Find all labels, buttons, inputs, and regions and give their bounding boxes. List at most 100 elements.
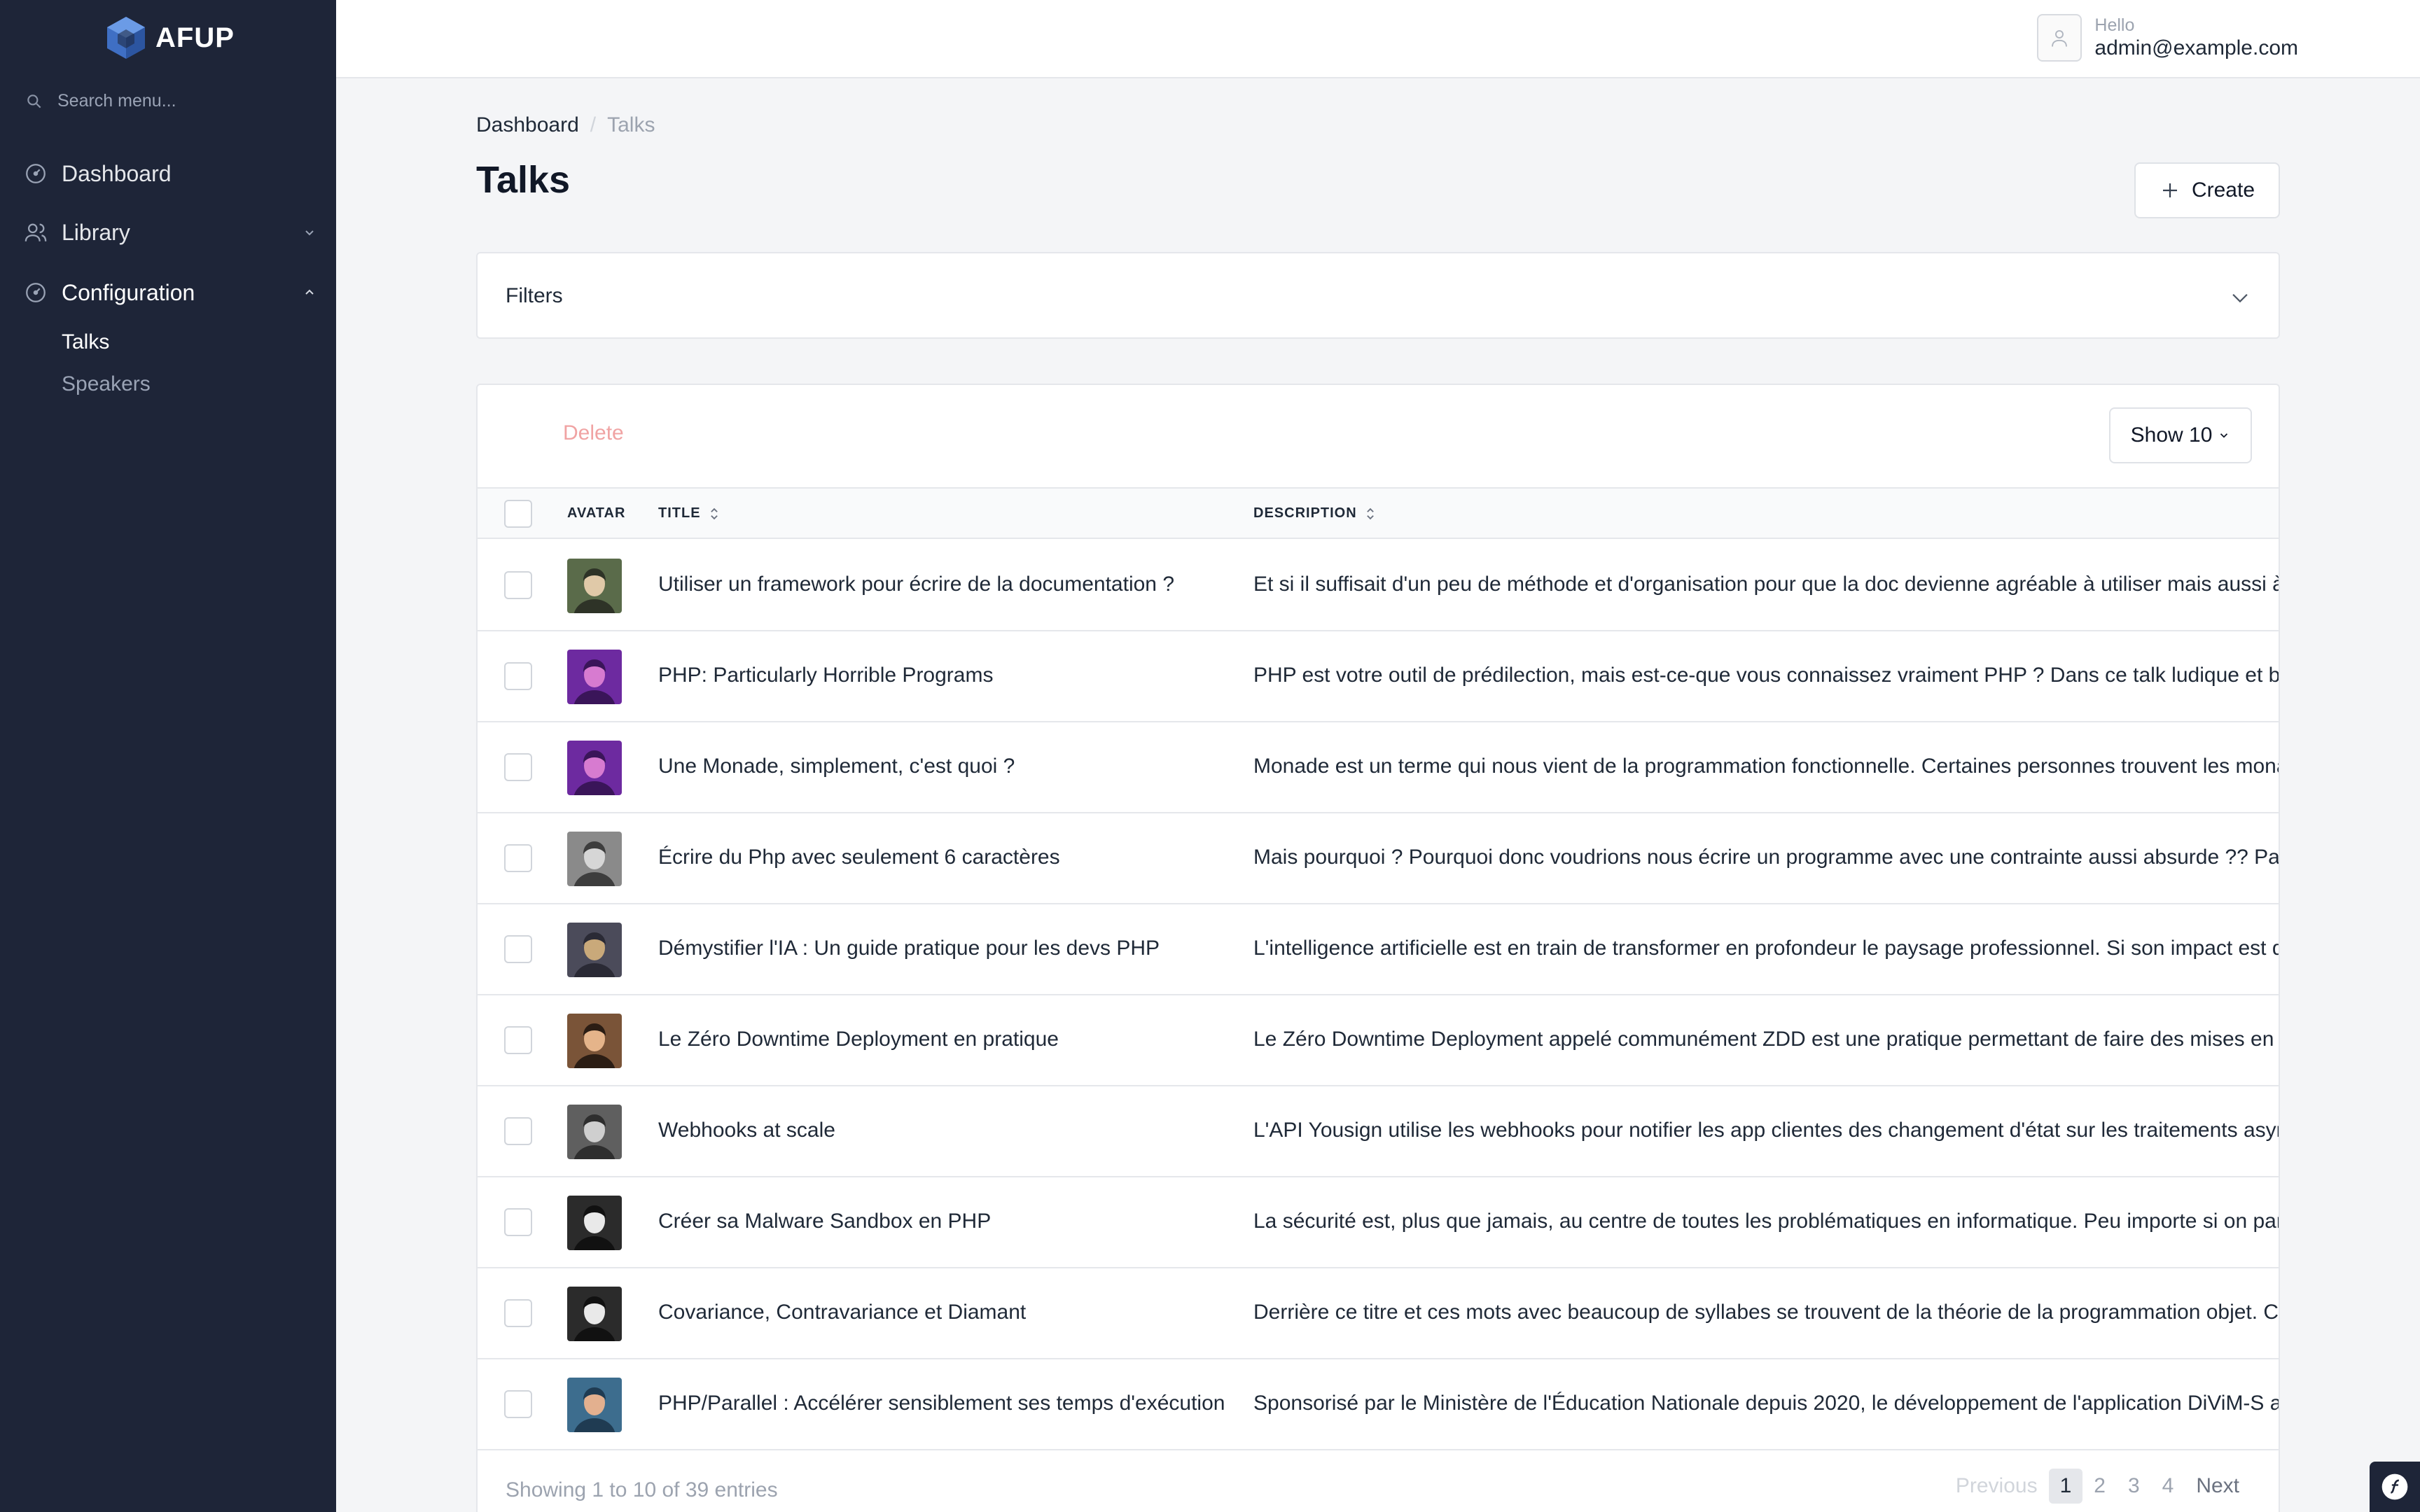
sort-icon [710,507,718,519]
talk-title[interactable]: Démystifier l'IA : Un guide pratique pou… [658,937,1160,960]
create-button-label: Create [2191,178,2255,202]
speaker-avatar [567,1196,622,1250]
app-logo[interactable]: AFUP [105,15,235,60]
dashboard-icon [26,283,46,302]
speaker-avatar [567,1014,622,1068]
plus-icon [2162,183,2177,197]
table-row[interactable]: Webhooks at scale L'API Yousign utilise l… [478,1086,2279,1177]
create-button[interactable]: Create [2134,162,2280,218]
symfony-toolbar-toggle[interactable] [2370,1462,2420,1512]
column-header-avatar: AVATAR [567,505,625,522]
breadcrumb-current: Talks [607,113,655,136]
pagination-page-2[interactable]: 2 [2082,1469,2117,1504]
chevron-down-icon [2232,293,2248,303]
filters-label: Filters [506,284,563,307]
column-header-description[interactable]: DESCRIPTION [1253,505,1377,522]
table-row[interactable]: Utiliser un framework pour écrire de la … [478,540,2279,631]
column-header-label: TITLE [658,505,701,521]
dashboard-icon [26,164,46,183]
user-info: Hello admin@example.com [2094,15,2298,61]
talk-title[interactable]: Écrire du Php avec seulement 6 caractère… [658,846,1060,869]
row-checkbox[interactable] [504,1026,532,1054]
table-row[interactable]: Covariance, Contravariance et Diamant Der… [478,1268,2280,1359]
row-checkbox[interactable] [504,1117,532,1145]
row-checkbox[interactable] [504,1390,532,1418]
talk-description: Monade est un terme qui nous vient de la… [1253,755,2279,778]
talk-description: Derrière ce titre et ces mots avec beauc… [1253,1301,2280,1324]
table-row[interactable]: PHP: Particularly Horrible Programs PHP e… [478,631,2279,722]
talk-description: Sponsorisé par le Ministère de l'Éducati… [1253,1392,2280,1415]
top-bar: Hello admin@example.com [336,0,2420,78]
speaker-avatar [567,923,622,977]
sidebar-item-dashboard[interactable]: Dashboard [24,153,318,195]
chevron-down-icon [305,230,314,236]
sidebar-item-label: Library [62,219,130,245]
pagination-page-3[interactable]: 3 [2117,1469,2151,1504]
table-row[interactable]: PHP/Parallel : Accélérer sensiblement se… [478,1359,2280,1450]
user-avatar [2037,14,2082,62]
pagination: Previous 1 2 3 4 Next [1945,1469,2251,1504]
table-row[interactable]: Écrire du Php avec seulement 6 caractère… [478,813,2280,904]
row-checkbox[interactable] [504,571,532,599]
filters-panel[interactable]: Filters [476,252,2280,339]
sidebar-item-library[interactable]: Library [24,211,318,253]
talk-description: Mais pourquoi ? Pourquoi donc voudrions … [1253,846,2280,869]
row-checkbox[interactable] [504,753,532,781]
talk-title[interactable]: Le Zéro Downtime Deployment en pratique [658,1028,1059,1051]
table-row[interactable]: Créer sa Malware Sandbox en PHP La sécuri… [478,1177,2279,1268]
page-title: Talks [476,159,571,201]
entries-summary: Showing 1 to 10 of 39 entries [506,1478,778,1502]
select-all-checkbox[interactable] [504,500,532,528]
app-name: AFUP [155,22,235,53]
pagination-next[interactable]: Next [2185,1469,2251,1504]
breadcrumb-dashboard[interactable]: Dashboard [476,113,579,137]
pagination-previous[interactable]: Previous [1945,1469,2049,1504]
talk-title[interactable]: Une Monade, simplement, c'est quoi ? [658,755,1015,778]
talk-title[interactable]: Utiliser un framework pour écrire de la … [658,573,1174,596]
user-menu[interactable]: Hello admin@example.com [2037,14,2298,62]
user-email: admin@example.com [2094,36,2298,59]
row-checkbox[interactable] [504,844,532,872]
table-header: AVATAR TITLE DESCRIPTION [478,487,2279,539]
users-icon [25,223,47,241]
row-checkbox[interactable] [504,1299,532,1327]
column-header-title[interactable]: TITLE [658,505,721,522]
talk-title[interactable]: Créer sa Malware Sandbox en PHP [658,1210,991,1233]
sidebar-search-placeholder: Search menu... [57,91,176,111]
sidebar-search[interactable]: Search menu... [25,91,176,111]
speaker-avatar [567,1105,622,1159]
speaker-avatar [567,1378,622,1432]
sidebar-subitem-talks[interactable]: Talks [62,330,109,354]
talk-description: Le Zéro Downtime Deployment appelé commu… [1253,1028,2280,1051]
pagination-page-4[interactable]: 4 [2151,1469,2185,1504]
talk-title[interactable]: Covariance, Contravariance et Diamant [658,1301,1026,1324]
speaker-avatar [567,559,622,613]
symfony-logo-icon [2381,1474,2408,1500]
row-checkbox[interactable] [504,1208,532,1236]
talk-title[interactable]: PHP: Particularly Horrible Programs [658,664,993,687]
sidebar-item-label: Dashboard [62,160,172,186]
speaker-avatar [567,741,622,795]
chevron-up-icon [305,289,314,295]
talk-title[interactable]: PHP/Parallel : Accélérer sensiblement se… [658,1392,1225,1415]
search-icon [27,94,41,108]
talk-title[interactable]: Webhooks at scale [658,1119,835,1142]
table-row[interactable]: Le Zéro Downtime Deployment en pratique L… [478,995,2280,1086]
table-row[interactable]: Une Monade, simplement, c'est quoi ? Mona… [478,722,2279,813]
table-row[interactable]: Démystifier l'IA : Un guide pratique pou… [478,904,2279,995]
user-greeting: Hello [2094,15,2135,35]
sidebar: AFUP Search menu... Dashboard Library Co… [0,0,336,1512]
sidebar-subitem-speakers[interactable]: Speakers [62,372,151,396]
sidebar-item-configuration[interactable]: Configuration [24,272,318,314]
column-header-label: DESCRIPTION [1253,505,1357,521]
row-checkbox[interactable] [504,935,532,963]
sort-icon [1366,507,1374,519]
chevron-down-icon [2220,433,2228,438]
column-header-label: AVATAR [567,505,626,521]
pagination-page-1[interactable]: 1 [2048,1469,2083,1504]
speaker-avatar [567,1287,622,1341]
row-checkbox[interactable] [504,662,532,690]
page-size-select[interactable]: Show 10 [2109,407,2252,463]
user-icon [2052,30,2068,47]
delete-button[interactable]: Delete [563,421,624,445]
